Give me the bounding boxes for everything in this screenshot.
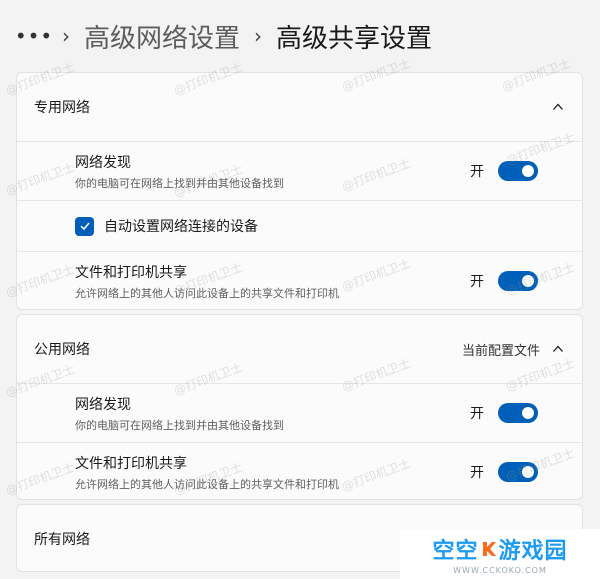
private-discovery-row: 网络发现 你的电脑可在网络上找到并由其他设备找到 开 [17, 142, 582, 200]
logo-name-a: 空空 [432, 539, 479, 564]
logo-name-b: 游戏园 [498, 539, 568, 564]
current-profile-badge: 当前配置文件 [461, 343, 540, 359]
auto-setup-row: 自动设置网络连接的设备 [17, 201, 582, 251]
site-logo: 空空 游戏园 WWW.CCKOKO.COM [400, 529, 600, 579]
private-file-sharing-desc: 允许网络上的其他人访问此设备上的共享文件和打印机 [75, 286, 339, 300]
public-network-title: 公用网络 [34, 342, 90, 358]
private-network-card: 专用网络 网络发现 你的电脑可在网络上找到并由其他设备找到 开 自动设置网络连接… [16, 72, 583, 310]
breadcrumb-separator-icon: › [62, 24, 70, 48]
private-discovery-desc: 你的电脑可在网络上找到并由其他设备找到 [75, 176, 284, 190]
public-discovery-desc: 你的电脑可在网络上找到并由其他设备找到 [75, 418, 284, 432]
private-discovery-state: 开 [470, 164, 484, 180]
checkmark-icon [79, 222, 90, 231]
public-discovery-state: 开 [470, 406, 484, 422]
all-networks-title: 所有网络 [34, 532, 90, 548]
public-file-sharing-desc: 允许网络上的其他人访问此设备上的共享文件和打印机 [75, 477, 339, 491]
settings-page: ••• › 高级网络设置 › 高级共享设置 专用网络 网络发现 你的电脑可在网络… [0, 0, 600, 579]
public-file-sharing-label: 文件和打印机共享 [75, 455, 187, 472]
logo-k-icon [482, 542, 496, 556]
logo-url: WWW.CCKOKO.COM [453, 566, 547, 575]
breadcrumb-parent-link[interactable]: 高级网络设置 [84, 18, 240, 55]
breadcrumb: ••• › 高级网络设置 › 高级共享设置 [15, 14, 433, 58]
private-discovery-label: 网络发现 [75, 154, 131, 171]
public-file-sharing-row: 文件和打印机共享 允许网络上的其他人访问此设备上的共享文件和打印机 开 [17, 443, 582, 499]
private-file-sharing-toggle[interactable] [498, 271, 538, 291]
private-file-sharing-label: 文件和打印机共享 [75, 264, 187, 281]
page-title: 高级共享设置 [276, 23, 433, 54]
public-discovery-label: 网络发现 [75, 396, 131, 413]
breadcrumb-separator-icon: › [254, 24, 263, 48]
public-file-sharing-state: 开 [470, 465, 484, 481]
chevron-up-icon[interactable] [552, 343, 564, 355]
public-network-header[interactable]: 公用网络 当前配置文件 [17, 315, 582, 383]
public-discovery-row: 网络发现 你的电脑可在网络上找到并由其他设备找到 开 [17, 384, 582, 442]
more-button[interactable]: ••• [15, 21, 52, 51]
public-discovery-toggle[interactable] [498, 403, 538, 423]
public-network-card: 公用网络 当前配置文件 网络发现 你的电脑可在网络上找到并由其他设备找到 开 文… [16, 314, 583, 500]
auto-setup-checkbox[interactable] [75, 216, 94, 236]
private-network-header[interactable]: 专用网络 [17, 73, 582, 141]
private-file-sharing-state: 开 [470, 274, 484, 290]
chevron-up-icon[interactable] [552, 101, 564, 113]
auto-setup-label: 自动设置网络连接的设备 [104, 219, 258, 235]
private-discovery-toggle[interactable] [498, 161, 538, 181]
private-network-title: 专用网络 [34, 100, 90, 116]
public-file-sharing-toggle[interactable] [498, 462, 538, 482]
private-file-sharing-row: 文件和打印机共享 允许网络上的其他人访问此设备上的共享文件和打印机 开 [17, 252, 582, 309]
